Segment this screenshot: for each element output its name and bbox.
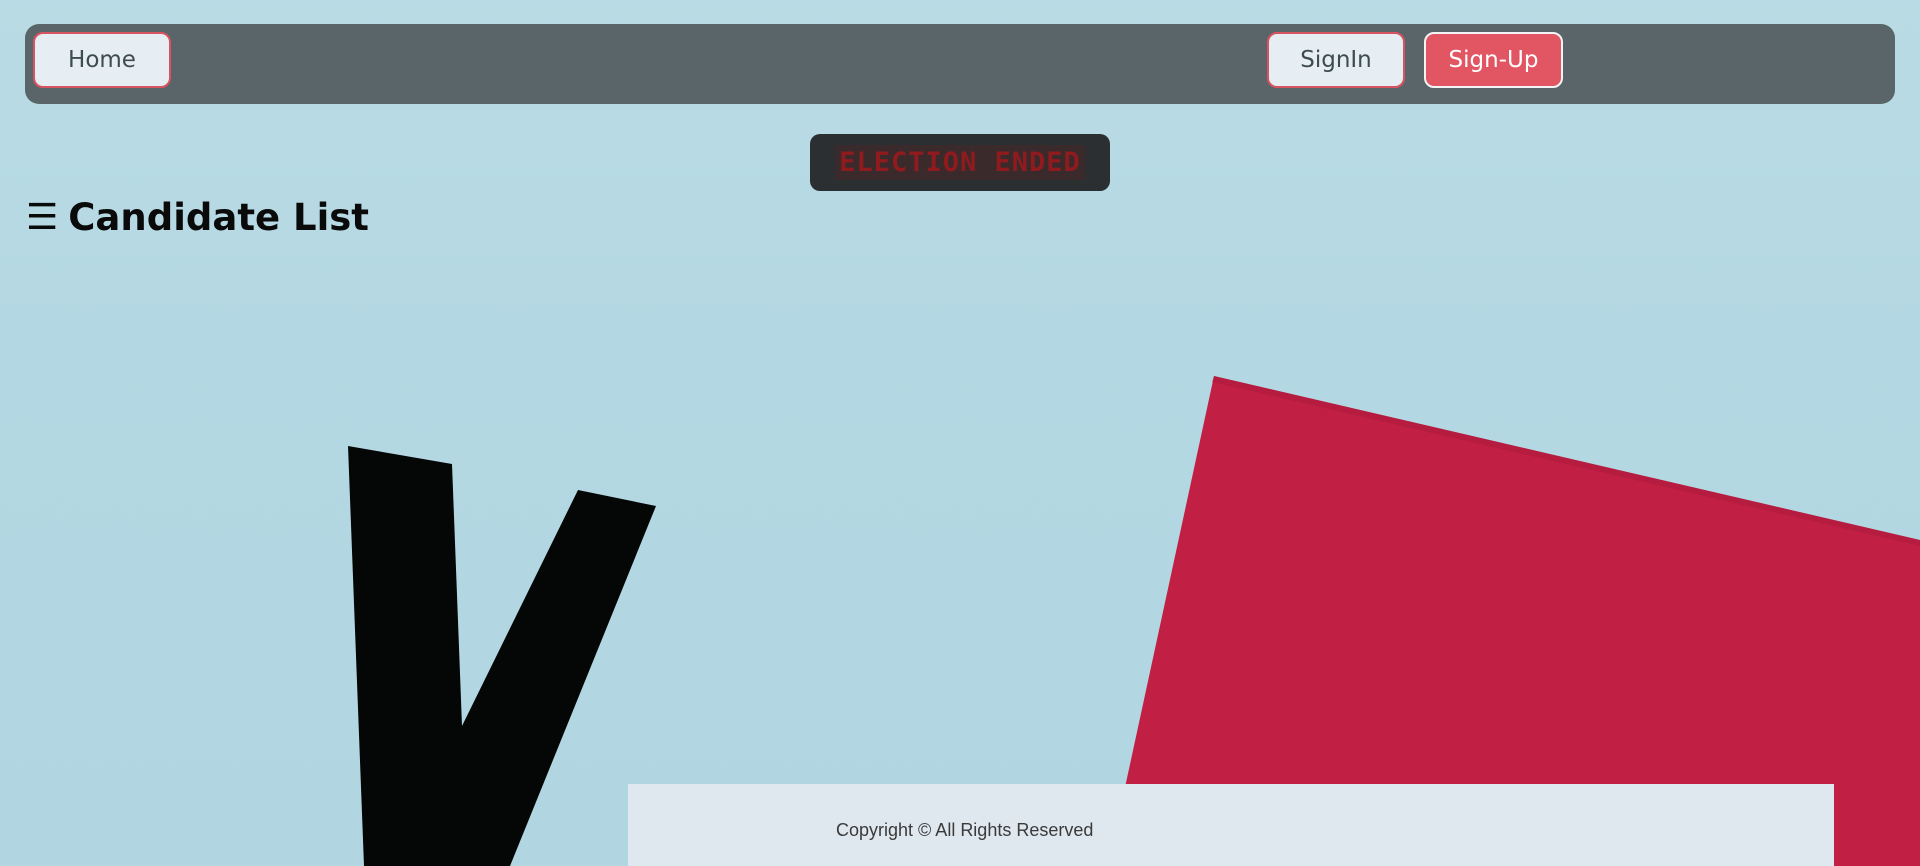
red-paper-shadow bbox=[1212, 376, 1920, 546]
background-illustration bbox=[348, 376, 1920, 866]
home-button[interactable]: Home bbox=[33, 32, 171, 88]
black-v-shape bbox=[348, 446, 656, 866]
signin-button[interactable]: SignIn bbox=[1267, 32, 1405, 88]
page-title-text: Candidate List bbox=[68, 196, 369, 239]
footer-card bbox=[628, 784, 1834, 866]
top-navbar: Home SignIn Sign-Up bbox=[25, 24, 1895, 104]
background-image bbox=[0, 0, 1920, 866]
footer-copyright: Copyright © All Rights Reserved bbox=[836, 820, 1094, 840]
election-status-badge: ELECTION ENDED bbox=[810, 134, 1110, 191]
signup-button[interactable]: Sign-Up bbox=[1424, 32, 1563, 88]
page-title: ☰ Candidate List bbox=[26, 196, 369, 239]
menu-icon[interactable]: ☰ bbox=[26, 197, 58, 238]
election-status-text: ELECTION ENDED bbox=[835, 145, 1085, 180]
